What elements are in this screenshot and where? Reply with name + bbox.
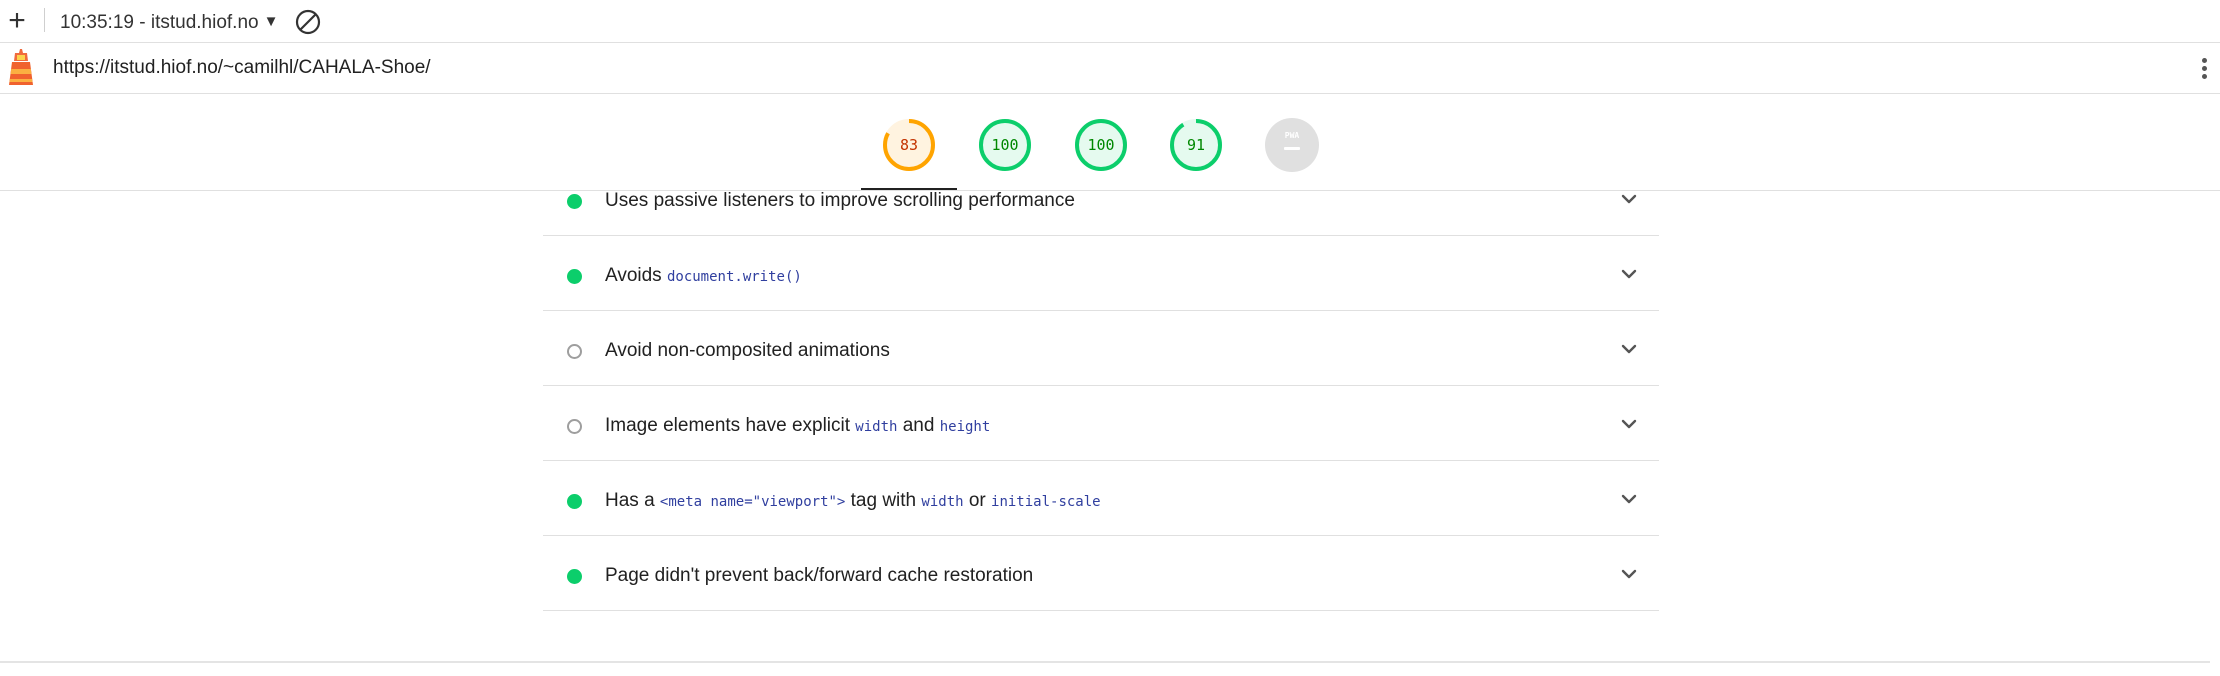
audit-title: Avoid non-composited animations [605, 340, 890, 361]
report-selector[interactable]: 10:35:19 - itstud.hiof.no ▼ [60, 9, 278, 35]
chevron-down-icon[interactable] [1620, 268, 1638, 282]
report-url-link[interactable]: https://itstud.hiof.no/~camilhl/CAHALA-S… [53, 56, 431, 80]
chevron-down-icon[interactable] [1620, 568, 1638, 582]
chevron-down-icon[interactable] [1620, 343, 1638, 357]
report-selector-label: 10:35:19 - itstud.hiof.no [60, 12, 259, 33]
audit-row[interactable]: Uses passive listeners to improve scroll… [543, 190, 1659, 236]
audit-title: Image elements have explicit width and h… [605, 415, 991, 436]
gauge-pwa-value: PWA [1284, 131, 1300, 140]
new-report-button[interactable]: + [2, 4, 32, 38]
audit-title: Page didn't prevent back/forward cache r… [605, 565, 1034, 586]
pass-indicator-icon [567, 569, 582, 584]
chevron-down-icon[interactable] [1620, 493, 1638, 507]
caret-down-icon: ▼ [263, 13, 279, 30]
audit-row[interactable]: Has a <meta name="viewport"> tag with wi… [543, 461, 1659, 536]
pass-indicator-icon [567, 194, 582, 209]
audit-code-snippet: width [921, 494, 964, 510]
audit-row[interactable]: Avoid non-composited animations [543, 311, 1659, 386]
page-bottom-divider [0, 661, 2210, 663]
audit-code-snippet: height [939, 419, 991, 435]
audit-row[interactable]: Page didn't prevent back/forward cache r… [543, 536, 1659, 611]
audit-title: Has a <meta name="viewport"> tag with wi… [605, 490, 1101, 511]
gauge-best-practices[interactable]: 100 [1074, 118, 1128, 172]
informative-indicator-icon [567, 344, 582, 359]
gauge-performance[interactable]: 83 [882, 118, 936, 172]
audit-row[interactable]: Avoids document.write() [543, 236, 1659, 311]
audit-code-snippet: width [855, 419, 898, 435]
pass-indicator-icon [567, 494, 582, 509]
score-header: 83 100 100 91 PWA [0, 94, 2220, 191]
audit-code-snippet: initial-scale [991, 494, 1101, 510]
gauge-accessibility[interactable]: 100 [978, 118, 1032, 172]
audit-list: Uses passive listeners to improve scroll… [543, 190, 1659, 611]
audit-code-snippet: <meta name="viewport"> [659, 494, 846, 510]
pass-indicator-icon [567, 269, 582, 284]
report-url-bar: https://itstud.hiof.no/~camilhl/CAHALA-S… [0, 43, 2220, 94]
audit-code-snippet: document.write() [666, 269, 802, 285]
clear-icon[interactable] [294, 8, 322, 36]
gauge-best-practices-value: 100 [1087, 136, 1115, 154]
audit-title: Avoids document.write() [605, 265, 802, 286]
chevron-down-icon[interactable] [1620, 193, 1638, 207]
chevron-down-icon[interactable] [1620, 418, 1638, 432]
toolbar-divider [44, 8, 45, 32]
more-options-icon[interactable] [2196, 55, 2212, 83]
gauge-seo[interactable]: 91 [1169, 118, 1223, 172]
audit-row[interactable]: Image elements have explicit width and h… [543, 386, 1659, 461]
gauge-seo-value: 91 [1186, 136, 1206, 154]
audit-title: Uses passive listeners to improve scroll… [605, 190, 1075, 211]
lighthouse-logo-icon [6, 49, 36, 87]
gauge-accessibility-value: 100 [991, 136, 1019, 154]
devtools-toolbar: + 10:35:19 - itstud.hiof.no ▼ [0, 0, 2220, 43]
gauge-performance-value: 83 [899, 136, 919, 154]
informative-indicator-icon [567, 419, 582, 434]
gauge-pwa[interactable]: PWA [1265, 118, 1319, 172]
